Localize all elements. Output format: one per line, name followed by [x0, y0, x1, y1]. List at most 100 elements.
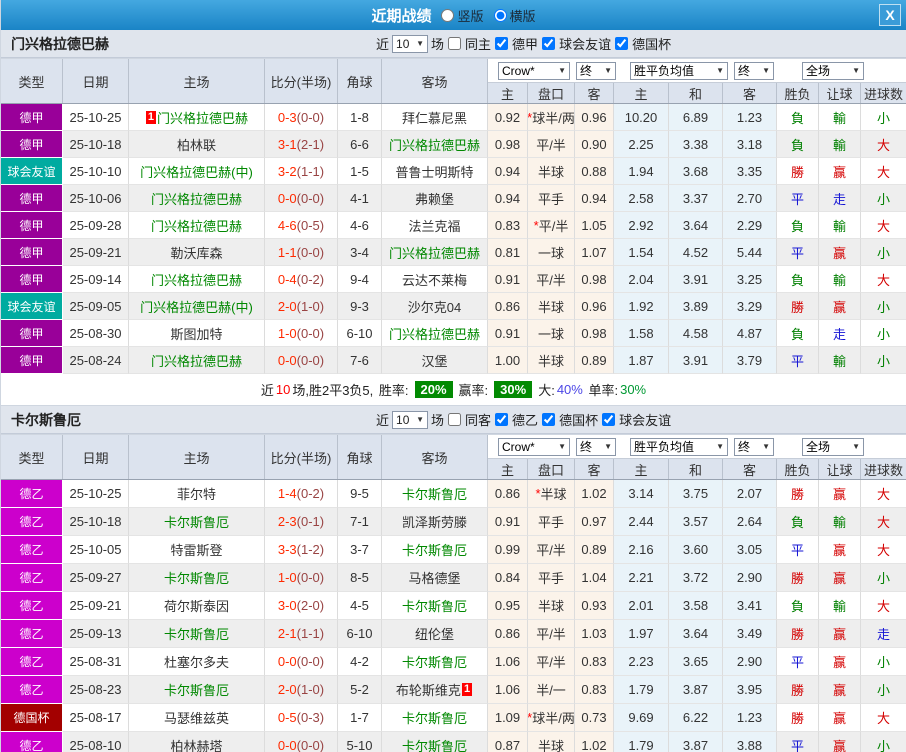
header-dropdown-row: Crow*▼ 终▼ 胜平负均值▼ 终▼ 全场▼: [488, 435, 906, 459]
sub-column-header: 胜负: [777, 459, 819, 479]
layout-radio-vertical[interactable]: [441, 9, 454, 22]
away-team: 法兰克福: [382, 212, 488, 239]
league-filter-checkbox[interactable]: [495, 37, 508, 50]
result-goals: 大: [861, 536, 906, 564]
fulltime-score: 3-0: [278, 598, 297, 613]
scope-select[interactable]: 全场▼: [802, 438, 864, 456]
match-score: 4-6(0-5): [265, 212, 338, 239]
red-card-badge: 1: [146, 111, 156, 124]
layout-radio-horizontal[interactable]: [494, 9, 507, 22]
mean-home-odds: 2.16: [614, 536, 669, 564]
result-goals: 小: [861, 347, 906, 374]
fulltime-score: 0-3: [278, 110, 297, 125]
mean-home-odds: 2.25: [614, 131, 669, 158]
match-score: 0-0(0-0): [265, 347, 338, 374]
home-team: 卡尔斯鲁厄: [129, 676, 265, 704]
fulltime-score: 3-1: [278, 137, 297, 152]
home-team: 马瑟维兹英: [129, 704, 265, 732]
odds-handicap-line: 半/一: [528, 676, 575, 704]
odds-handicap-line: 半球: [528, 293, 575, 320]
team-label: 卡尔斯鲁厄: [164, 624, 229, 643]
odds-away: 1.05: [575, 212, 614, 239]
mean-time-select[interactable]: 终▼: [734, 438, 774, 456]
team-label: 门兴格拉德巴赫(中): [140, 162, 253, 181]
home-team: 门兴格拉德巴赫: [129, 347, 265, 374]
league-filter-checkbox[interactable]: [615, 37, 628, 50]
column-header: 角球: [338, 435, 382, 479]
same-venue-checkbox[interactable]: [448, 37, 461, 50]
home-team: 1门兴格拉德巴赫: [129, 104, 265, 131]
match-score: 1-0(0-0): [265, 320, 338, 347]
odds-handicap-line: *半球: [528, 480, 575, 508]
match-count-select[interactable]: 10▼: [392, 411, 428, 429]
match-date: 25-09-21: [63, 239, 129, 266]
filter-controls: 近10▼场同客德乙德国杯球会友谊: [376, 406, 671, 433]
odds-time-select[interactable]: 终▼: [576, 438, 616, 456]
away-team: 马格德堡: [382, 564, 488, 592]
league-filter-label: 球会友谊: [619, 410, 671, 429]
sub-column-header: 进球数: [861, 83, 906, 103]
table-row: 球会友谊25-09-05门兴格拉德巴赫(中)2-0(1-0)9-3沙尔克040.…: [1, 293, 906, 320]
odds-away: 0.96: [575, 104, 614, 131]
result-goals: 大: [861, 212, 906, 239]
match-date: 25-10-25: [63, 480, 129, 508]
result-wdl: 負: [777, 131, 819, 158]
chevron-down-icon: ▼: [558, 66, 566, 75]
league-type-cell: 德甲: [1, 266, 63, 293]
table-row: 德甲25-09-14门兴格拉德巴赫0-4(0-2)9-4云达不莱梅0.91平/半…: [1, 266, 906, 293]
scope-select[interactable]: 全场▼: [802, 62, 864, 80]
table-row: 球会友谊25-10-10门兴格拉德巴赫(中)3-2(1-1)1-5普鲁士明斯特0…: [1, 158, 906, 185]
odds-company-select[interactable]: Crow*▼: [498, 438, 570, 456]
team-label: 柏林联: [177, 135, 216, 154]
team-label: 弗赖堡: [415, 189, 454, 208]
mean-draw-odds: 3.89: [669, 293, 723, 320]
table-row: 德甲25-08-24门兴格拉德巴赫0-0(0-0)7-6汉堡1.00半球0.89…: [1, 347, 906, 374]
league-filter-checkbox[interactable]: [542, 37, 555, 50]
result-wdl: 勝: [777, 620, 819, 648]
team-label: 卡尔斯鲁厄: [402, 652, 467, 671]
team-label: 斯图加特: [170, 324, 222, 343]
odds-away: 0.98: [575, 266, 614, 293]
mean-away-odds: 3.88: [723, 732, 777, 752]
team-label: 勒沃库森: [170, 243, 222, 262]
home-team: 门兴格拉德巴赫(中): [129, 158, 265, 185]
team-label: 马瑟维兹英: [164, 708, 229, 727]
league-filter-checkbox[interactable]: [602, 413, 615, 426]
result-handicap: 赢: [819, 536, 861, 564]
same-venue-checkbox[interactable]: [448, 413, 461, 426]
halftime-score: (0-3): [297, 710, 324, 725]
mean-home-odds: 9.69: [614, 704, 669, 732]
match-score: 0-5(0-3): [265, 704, 338, 732]
match-count-select[interactable]: 10▼: [392, 35, 428, 53]
sub-column-header: 主: [488, 83, 528, 103]
odds-away: 0.94: [575, 185, 614, 212]
result-handicap: 輸: [819, 266, 861, 293]
table-row: 德乙25-09-27卡尔斯鲁厄1-0(0-0)8-5马格德堡0.84平手1.04…: [1, 564, 906, 592]
close-button[interactable]: X: [879, 4, 901, 26]
odds-company-select[interactable]: Crow*▼: [498, 62, 570, 80]
sub-column-header: 和: [669, 83, 723, 103]
mean-draw-odds: 3.64: [669, 212, 723, 239]
match-date: 25-09-28: [63, 212, 129, 239]
match-score: 0-0(0-0): [265, 648, 338, 676]
team-label: 柏林赫塔: [170, 736, 222, 752]
league-filter-checkbox[interactable]: [542, 413, 555, 426]
mean-type-select[interactable]: 胜平负均值▼: [630, 438, 728, 456]
column-header: 类型: [1, 59, 63, 103]
halftime-score: (0-0): [297, 570, 324, 585]
column-header: 角球: [338, 59, 382, 103]
league-filter-checkbox[interactable]: [495, 413, 508, 426]
mean-time-select[interactable]: 终▼: [734, 62, 774, 80]
odds-time-select[interactable]: 终▼: [576, 62, 616, 80]
fulltime-score: 1-1: [278, 245, 297, 260]
odds-home: 0.95: [488, 592, 528, 620]
column-header: 日期: [63, 59, 129, 103]
result-goals: 小: [861, 293, 906, 320]
team-label: 卡尔斯鲁厄: [402, 540, 467, 559]
table-row: 德乙25-08-23卡尔斯鲁厄2-0(1-0)5-2布轮斯维克11.06半/一0…: [1, 676, 906, 704]
mean-type-select[interactable]: 胜平负均值▼: [630, 62, 728, 80]
match-date: 25-08-17: [63, 704, 129, 732]
odds-home: 1.00: [488, 347, 528, 374]
result-goals: 大: [861, 508, 906, 536]
odds-home: 0.94: [488, 185, 528, 212]
